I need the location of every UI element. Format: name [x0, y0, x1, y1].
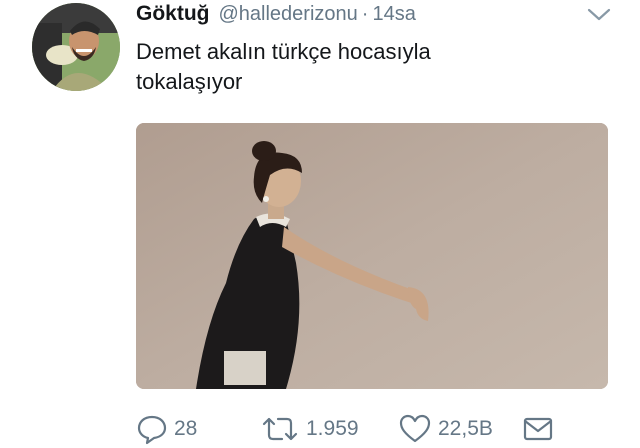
- speech-bubble-icon: [136, 413, 168, 445]
- author-handle[interactable]: @hallederizonu: [219, 3, 358, 26]
- tweet-text-line: tokalaşıyor: [136, 69, 243, 94]
- author-name[interactable]: Göktuğ: [136, 2, 210, 26]
- reply-count: 28: [174, 417, 198, 440]
- envelope-icon: [522, 414, 554, 444]
- tweet-media[interactable]: [136, 123, 608, 389]
- retweet-icon: [260, 413, 300, 445]
- like-button[interactable]: 22,5B: [398, 410, 493, 448]
- action-bar: 28 1.959 22,5B: [136, 410, 616, 448]
- tweet-text-line: Demet akalın türkçe hocasıyla: [136, 39, 431, 64]
- separator-dot: ·: [361, 3, 369, 25]
- tweet-header: Göktuğ @hallederizonu · 14sa: [136, 2, 416, 30]
- chevron-down-icon[interactable]: [586, 6, 612, 24]
- retweet-count: 1.959: [306, 417, 359, 440]
- heart-icon: [398, 413, 432, 445]
- reply-button[interactable]: 28: [136, 410, 197, 448]
- avatar[interactable]: [32, 3, 120, 91]
- like-count: 22,5B: [438, 417, 493, 440]
- tweet-text: Demet akalın türkçe hocasıyla tokalaşıyo…: [136, 37, 606, 97]
- retweet-button[interactable]: 1.959: [260, 410, 359, 448]
- tweet[interactable]: Göktuğ @hallederizonu · 14sa Demet akalı…: [0, 0, 640, 448]
- direct-message-button[interactable]: [522, 410, 554, 448]
- timestamp[interactable]: 14sa: [372, 3, 415, 26]
